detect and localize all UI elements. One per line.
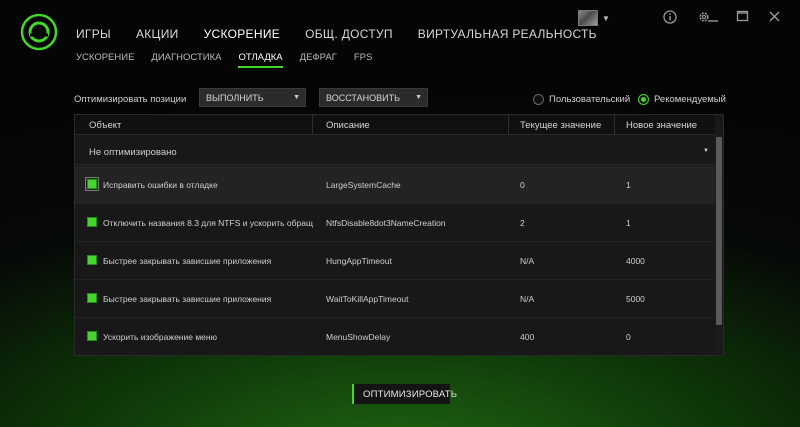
main-nav: ИГРЫ АКЦИИ УСКОРЕНИЕ ОБЩ. ДОСТУП ВИРТУАЛ…	[76, 27, 622, 41]
row-description: HungAppTimeout	[326, 256, 392, 266]
radio-recommended-group[interactable]: Рекомендуемый	[638, 94, 726, 105]
optimize-button[interactable]: ОПТИМИЗИРОВАТЬ	[352, 384, 457, 404]
chevron-down-icon: ▼	[293, 94, 300, 101]
row-current-value: 2	[520, 218, 525, 228]
optimize-items-label: Оптимизировать позиции	[74, 94, 187, 105]
maximize-icon[interactable]	[736, 10, 749, 23]
execute-dropdown[interactable]: ВЫПОЛНИТЬ ▼	[199, 88, 306, 107]
radio-custom-group[interactable]: Пользовательский	[533, 94, 630, 105]
column-header-object[interactable]: Объект	[89, 120, 121, 131]
subtab-fps[interactable]: FPS	[354, 52, 372, 68]
row-description: WaitToKillAppTimeout	[326, 294, 409, 304]
row-object: Быстрее закрывать зависшие приложения	[103, 294, 272, 304]
tab-games[interactable]: ИГРЫ	[76, 27, 111, 41]
razer-cortex-logo-icon[interactable]	[20, 13, 58, 51]
row-checkbox[interactable]	[87, 293, 97, 303]
table-row[interactable]: Исправить ошибки в отладке LargeSystemCa…	[75, 166, 715, 204]
radio-custom[interactable]	[533, 94, 544, 105]
row-current-value: N/A	[520, 256, 535, 266]
chevron-down-icon[interactable]: ▼	[602, 14, 610, 23]
group-not-optimized[interactable]: Не оптимизировано ▼	[75, 135, 715, 165]
sub-nav: УСКОРЕНИЕ ДИАГНОСТИКА ОТЛАДКА ДЕФРАГ FPS	[76, 52, 389, 68]
row-current-value: 400	[520, 332, 535, 342]
avatar[interactable]	[578, 10, 598, 26]
row-new-value: 1	[626, 218, 631, 228]
row-checkbox[interactable]	[87, 255, 97, 265]
row-new-value: 4000	[626, 256, 645, 266]
chevron-down-icon: ▼	[703, 148, 709, 154]
tab-deals[interactable]: АКЦИИ	[136, 27, 179, 41]
row-object: Ускорить изображение меню	[103, 332, 217, 342]
restore-dropdown-value: ВОССТАНОВИТЬ	[326, 93, 400, 103]
row-object: Отключить названия 8.3 для NTFS и ускори…	[103, 218, 313, 228]
row-object: Исправить ошибки в отладке	[103, 180, 218, 190]
radio-custom-label: Пользовательский	[549, 94, 631, 105]
tab-boost[interactable]: УСКОРЕНИЕ	[204, 27, 280, 41]
row-new-value: 0	[626, 332, 631, 342]
chevron-down-icon: ▼	[415, 94, 422, 101]
row-checkbox[interactable]	[87, 217, 97, 227]
table-row[interactable]: Отключить названия 8.3 для NTFS и ускори…	[75, 204, 715, 242]
table-row[interactable]: Ускорить изображение меню MenuShowDelay …	[75, 318, 715, 355]
table-header: Объект Описание Текущее значение Новое з…	[75, 115, 715, 135]
column-divider	[614, 115, 615, 135]
row-description: NtfsDisable8dot3NameCreation	[326, 218, 446, 228]
row-description: MenuShowDelay	[326, 332, 391, 342]
subtab-debug[interactable]: ОТЛАДКА	[238, 52, 283, 68]
tab-vr[interactable]: ВИРТУАЛЬНАЯ РЕАЛЬНОСТЬ	[418, 27, 597, 41]
subtab-defrag[interactable]: ДЕФРАГ	[300, 52, 337, 68]
radio-recommended-label: Рекомендуемый	[654, 94, 726, 105]
row-current-value: 0	[520, 180, 525, 190]
column-header-current[interactable]: Текущее значение	[520, 120, 601, 131]
scrollbar-thumb[interactable]	[716, 137, 722, 325]
radio-recommended[interactable]	[638, 94, 649, 105]
minimize-icon[interactable]	[707, 10, 719, 24]
row-description: LargeSystemCache	[326, 180, 401, 190]
subtab-diagnostics[interactable]: ДИАГНОСТИКА	[151, 52, 221, 68]
row-current-value: N/A	[520, 294, 535, 304]
app-window: ИГРЫ АКЦИИ УСКОРЕНИЕ ОБЩ. ДОСТУП ВИРТУАЛ…	[0, 0, 800, 427]
window-controls: ▼	[578, 9, 610, 27]
subtab-boost[interactable]: УСКОРЕНИЕ	[76, 52, 134, 68]
info-icon[interactable]	[663, 10, 677, 24]
row-object: Быстрее закрывать зависшие приложения	[103, 256, 272, 266]
column-divider	[508, 115, 509, 135]
row-new-value: 1	[626, 180, 631, 190]
row-checkbox[interactable]	[85, 177, 99, 191]
row-new-value: 5000	[626, 294, 645, 304]
optimization-table: Объект Описание Текущее значение Новое з…	[74, 114, 724, 356]
column-divider	[312, 115, 313, 135]
restore-dropdown[interactable]: ВОССТАНОВИТЬ ▼	[319, 88, 428, 107]
row-checkbox[interactable]	[87, 331, 97, 341]
column-header-new[interactable]: Новое значение	[626, 120, 697, 131]
close-icon[interactable]	[768, 10, 781, 23]
table-row[interactable]: Быстрее закрывать зависшие приложения Hu…	[75, 242, 715, 280]
table-row[interactable]: Быстрее закрывать зависшие приложения Wa…	[75, 280, 715, 318]
tab-share[interactable]: ОБЩ. ДОСТУП	[305, 27, 393, 41]
execute-dropdown-value: ВЫПОЛНИТЬ	[206, 93, 264, 103]
column-header-description[interactable]: Описание	[326, 120, 370, 131]
group-label: Не оптимизировано	[89, 147, 177, 158]
